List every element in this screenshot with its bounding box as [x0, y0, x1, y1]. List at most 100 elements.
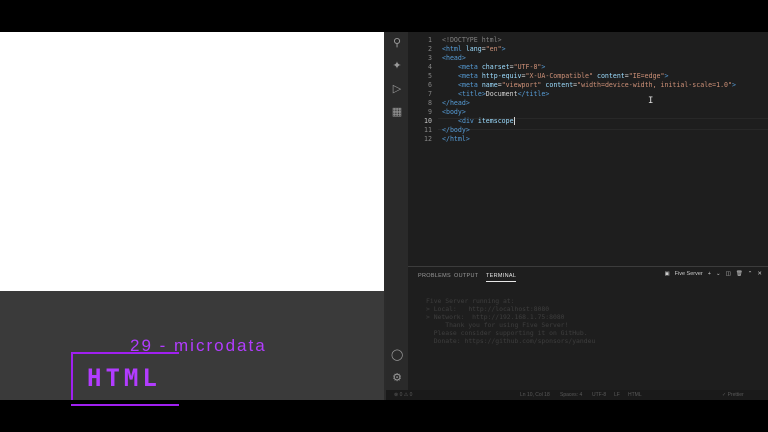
line-number: 11: [424, 126, 432, 134]
line-number: 6: [428, 81, 432, 89]
letterbox-top: [0, 0, 768, 32]
eol-status[interactable]: LF: [614, 392, 620, 398]
bottom-panel: PROBLEMS OUTPUT TERMINAL ▣ Five Server + ⌄ ◫…: [408, 266, 768, 391]
line-number: 8: [428, 99, 432, 107]
attr: content: [593, 72, 625, 80]
code-line-5: <meta http-equiv="X-UA-Compatible" conte…: [458, 72, 668, 80]
terminal-line: Please consider supporting it on GitHub.: [426, 329, 588, 337]
text-caret: [513, 117, 515, 125]
code-line-8: </head>: [442, 99, 470, 107]
line-number: 5: [428, 72, 432, 80]
tag: <meta: [458, 81, 478, 89]
attr: content: [541, 81, 574, 89]
source-control-icon[interactable]: ✦: [391, 60, 403, 72]
terminal-line: Donate: https://github.com/sponsors/yand…: [426, 337, 596, 345]
tag: <meta: [458, 63, 478, 71]
tag-end: >: [541, 63, 546, 71]
tag: </head>: [442, 99, 470, 107]
code-line-3: <head>: [442, 54, 466, 62]
line-number-gutter: 1 2 3 4 5 6 7 8 9 10 11 12: [408, 32, 436, 266]
tag: </title>: [517, 90, 550, 98]
terminal-selector[interactable]: Five Server: [675, 271, 703, 277]
tag-end: >: [501, 45, 506, 53]
search-icon[interactable]: ⚲: [391, 37, 403, 49]
tab-problems[interactable]: PROBLEMS: [418, 273, 451, 279]
line-number: 12: [424, 135, 432, 143]
tag: </body>: [442, 126, 470, 134]
tag: <title>: [458, 90, 486, 98]
code-line-7: <title>Document</title>: [458, 90, 549, 98]
tag-end: >: [664, 72, 669, 80]
line-number: 7: [428, 90, 432, 98]
activity-bar: ⚲ ✦ ▷ ▦ ◯ ⚙: [386, 32, 408, 390]
line-number: 1: [428, 36, 432, 44]
mouse-cursor-icon: I: [648, 96, 654, 106]
value: "viewport": [501, 81, 542, 89]
code-editor: ⚲ ✦ ▷ ▦ ◯ ⚙ 1 2 3 4 5 6 7 8 9 10 11 12 <…: [386, 32, 768, 400]
value: "X-UA-Compatible": [525, 72, 594, 80]
tab-terminal[interactable]: TERMINAL: [486, 273, 517, 282]
value: "IE=edge": [628, 72, 665, 80]
value: "UTF-8": [513, 63, 542, 71]
prettier-status[interactable]: ✓ Prettier: [722, 392, 744, 398]
code-line-12: </html>: [442, 135, 470, 143]
terminal-icon: ▣: [664, 271, 670, 277]
value: "width=device-width, initial-scale=1.0": [577, 81, 732, 89]
code-line-1: <!DOCTYPE html>: [442, 36, 502, 44]
value: "en": [485, 45, 502, 53]
account-icon[interactable]: ◯: [391, 349, 403, 361]
attr: name: [477, 81, 498, 89]
close-icon[interactable]: ✕: [757, 271, 762, 277]
settings-gear-icon[interactable]: ⚙: [391, 372, 403, 384]
attr: http-equiv: [477, 72, 522, 80]
terminal-output[interactable]: Five Server running at: > Local: http://l…: [426, 297, 595, 345]
attr: lang: [461, 45, 482, 53]
code-line-10: <div itemscope: [458, 117, 515, 125]
html-badge-underline: [71, 404, 179, 406]
new-terminal-icon[interactable]: +: [708, 271, 711, 277]
run-debug-icon[interactable]: ▷: [391, 83, 403, 95]
line-number: 2: [428, 45, 432, 53]
tag: <html: [442, 45, 462, 53]
browser-preview: [0, 32, 384, 291]
tag: <head>: [442, 54, 466, 62]
line-number: 9: [428, 108, 432, 116]
line-number: 4: [428, 63, 432, 71]
chevron-up-icon[interactable]: ⌃: [748, 271, 753, 277]
problems-status[interactable]: ⊗ 0 ⚠ 0: [394, 392, 412, 398]
status-bar: ⊗ 0 ⚠ 0 Ln 10, Col 18 Spaces: 4 UTF-8 LF…: [386, 390, 768, 400]
tag: </html>: [442, 135, 470, 143]
panel-toolbar: ▣ Five Server + ⌄ ◫ 🗑 ⌃ ✕: [659, 271, 762, 283]
code-line-6: <meta name="viewport" content="width=dev…: [458, 81, 736, 89]
code-line-9: <body>: [442, 108, 466, 116]
line-number: 3: [428, 54, 432, 62]
terminal-line: > Local: http://localhost:8080: [426, 305, 550, 313]
tag: <div: [458, 117, 474, 125]
split-terminal-icon[interactable]: ◫: [726, 271, 731, 277]
code-line-4: <meta charset="UTF-8">: [458, 63, 545, 71]
attr: charset: [477, 63, 510, 71]
trash-icon[interactable]: 🗑: [736, 271, 743, 277]
code-area[interactable]: <!DOCTYPE html> <html lang="en"> <head> …: [438, 32, 768, 266]
code-line-11: </body>: [442, 126, 470, 134]
code-line-2: <html lang="en">: [442, 45, 506, 53]
doctype: <!DOCTYPE html>: [442, 36, 502, 44]
chevron-down-icon[interactable]: ⌄: [716, 271, 721, 277]
text: Document: [485, 90, 518, 98]
terminal-line: > Network: http://192.168.1.75:8080: [426, 313, 565, 321]
extensions-icon[interactable]: ▦: [391, 106, 403, 118]
html-badge-frame: HTML: [71, 352, 179, 406]
attr: itemscope: [473, 117, 514, 125]
terminal-line: Thank you for using Five Server!: [426, 321, 569, 329]
cursor-position[interactable]: Ln 10, Col 18: [520, 392, 550, 398]
terminal-line: Five Server running at:: [426, 297, 515, 305]
tab-output[interactable]: OUTPUT: [454, 273, 478, 279]
encoding-status[interactable]: UTF-8: [592, 392, 606, 398]
line-number-active: 10: [424, 117, 432, 125]
indent-status[interactable]: Spaces: 4: [560, 392, 582, 398]
language-status[interactable]: HTML: [628, 392, 642, 398]
tag-end: >: [731, 81, 736, 89]
tag: <meta: [458, 72, 478, 80]
tag: <body>: [442, 108, 466, 116]
html-badge: HTML: [87, 364, 161, 392]
